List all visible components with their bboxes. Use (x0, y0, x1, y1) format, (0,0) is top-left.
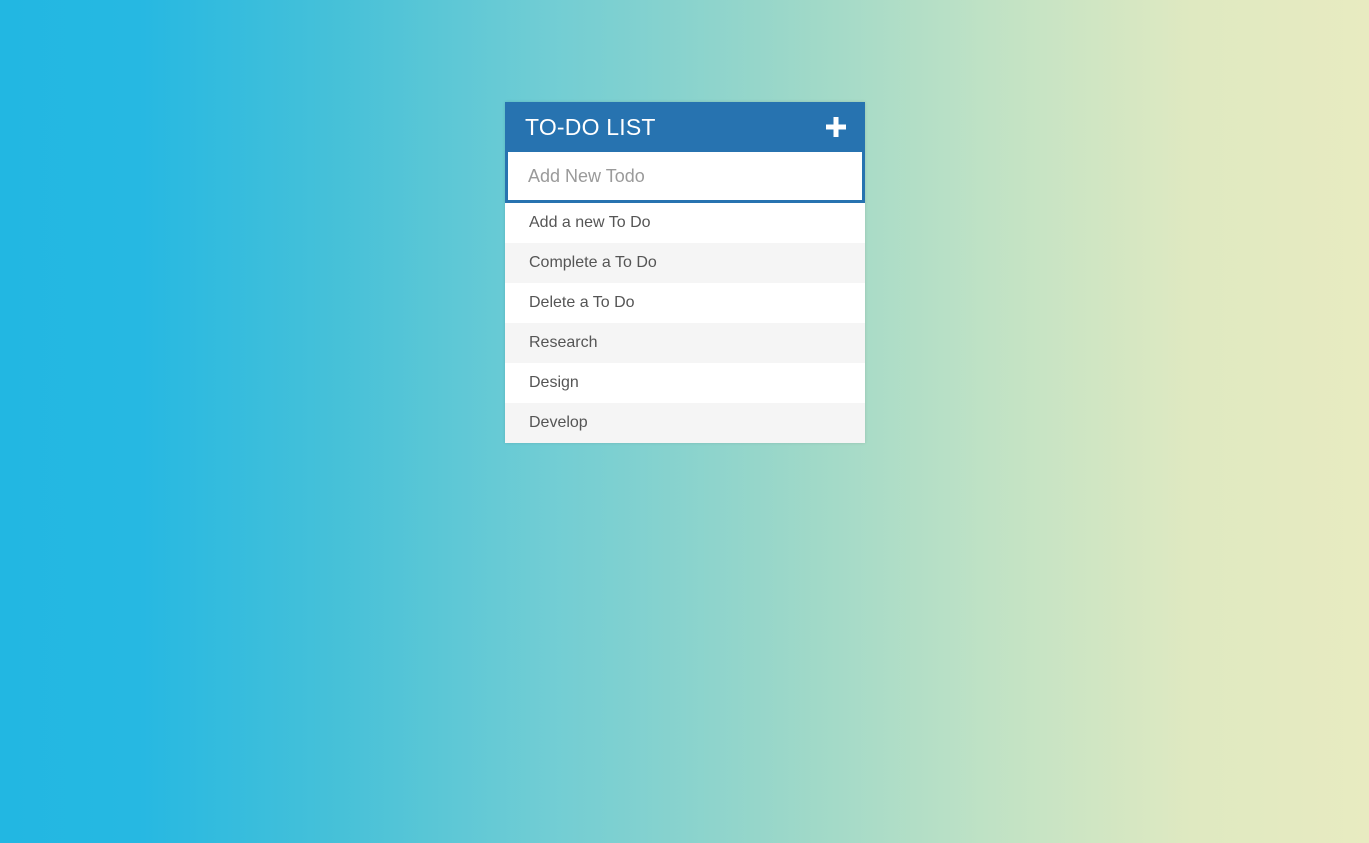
todo-item-add-new[interactable]: Add a new To Do (505, 203, 865, 243)
todo-item-research[interactable]: Research (505, 323, 865, 363)
todo-input-wrapper (505, 152, 865, 203)
todo-card: TO-DO LIST Add a new To Do Complete a To… (505, 102, 865, 443)
plus-icon[interactable] (825, 116, 847, 138)
todo-item-develop[interactable]: Develop (505, 403, 865, 443)
new-todo-input[interactable] (505, 152, 865, 203)
todo-item-complete[interactable]: Complete a To Do (505, 243, 865, 283)
todo-item-design[interactable]: Design (505, 363, 865, 403)
page-title: TO-DO LIST (525, 113, 656, 140)
todo-item-delete[interactable]: Delete a To Do (505, 283, 865, 323)
todo-list: Add a new To Do Complete a To Do Delete … (505, 203, 865, 443)
todo-header: TO-DO LIST (505, 102, 865, 152)
